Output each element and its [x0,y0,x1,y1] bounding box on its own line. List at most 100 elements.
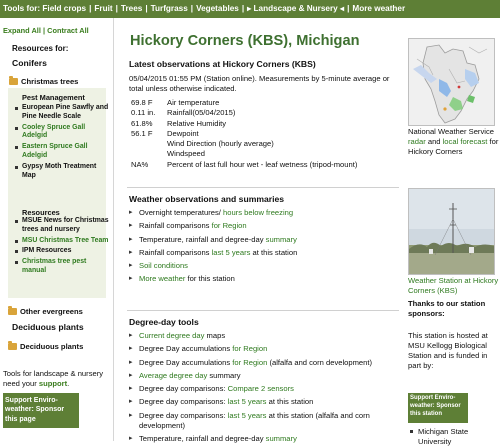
soil-conditions-link[interactable]: Soil conditions [139,261,188,270]
observations-heading: Latest observations at Hickory Corners (… [129,59,316,69]
list-item: Degree day comparisons: last 5 years at … [129,411,397,432]
link-landscape-nursery[interactable]: ▸ Landscape & Nursery ◂ [247,4,344,15]
sidebar: Expand All | Contract All Resources for:… [0,18,114,441]
table-row: 69.8 F Air temperature [131,98,220,107]
resources-title: Resources for: [12,44,69,53]
list-item: Degree Day accumulations for Region [129,344,397,354]
table-row: 61.8% Relative Humidity [131,118,227,128]
link-trees[interactable]: Trees [121,4,142,15]
main-content: Hickory Corners (KBS), Michigan Latest o… [127,18,399,444]
table-row: Windspeed [167,149,205,159]
list-item: Rainfall comparisons last 5 years at thi… [129,248,397,258]
other-evergreens-label: Other evergreens [20,307,83,316]
rainfall-5yr-link[interactable]: last 5 years [212,248,251,257]
resource-link-pest-manual[interactable]: Christmas tree pest manual [14,258,109,276]
expand-all-link[interactable]: Expand All [3,26,41,35]
more-weather-link[interactable]: More weather [139,274,185,283]
link-turfgrass[interactable]: Turfgrass [151,4,188,15]
station-photo-graphic [409,189,494,274]
dd-temp-summary-link[interactable]: summary [266,434,297,443]
list-item: More weather for this station [129,274,397,284]
table-row: Wind Direction (hourly average) [167,139,274,148]
expand-contract-controls: Expand All | Contract All [3,26,89,35]
list-item: Rainfall comparisons for Region [129,221,397,231]
local-forecast-link[interactable]: local forecast [443,137,488,146]
folder-icon [8,341,17,351]
weather-heading: Weather observations and summaries [129,194,285,204]
radar-map-image[interactable] [408,38,495,126]
contract-all-link[interactable]: Contract All [47,26,89,35]
list-item: Temperature, rainfall and degree-day sum… [129,235,397,245]
page-title: Hickory Corners (KBS), Michigan [130,33,360,49]
support-station-button[interactable]: Support Enviro-weather: Sponsor this sta… [408,393,468,423]
link-fruit[interactable]: Fruit [94,4,112,15]
resource-link-tree-team[interactable]: MSU Christmas Tree Team [14,237,109,246]
list-item: Soil conditions [129,261,397,271]
station-caption: Weather Station at Hickory Corners (KBS) [408,276,500,296]
average-degree-day-link[interactable]: Average degree day [139,371,207,380]
list-item: Degree day comparisons: Compare 2 sensor… [129,384,397,394]
rainfall-region-link[interactable]: for Region [212,221,247,230]
current-degree-day-link[interactable]: Current degree day [139,331,204,340]
pest-management-title: Pest Management [22,93,85,102]
sidebar-item-deciduous-plants[interactable]: Deciduous plants [8,341,84,352]
weather-list: Overnight temperatures/ hours below free… [129,208,397,288]
sponsors-heading: Thanks to our station sponsors: [408,299,486,318]
pest-link-cooley[interactable]: Cooley Spruce Gall Adelgid [14,124,109,142]
pest-management-list: European Pine Sawfly and Pine Needle Sca… [14,104,109,183]
deciduous-plants-label: Deciduous plants [20,342,84,351]
list-item: Current degree day maps [129,331,397,341]
right-sidebar: National Weather Service radar and local… [407,18,500,446]
list-item: Degree day comparisons: last 5 years at … [129,397,397,407]
compare-sensors-link[interactable]: Compare 2 sensors [228,384,294,393]
table-row: NA% Percent of last full hour wet - leaf … [131,159,358,169]
tools-prefix: Tools for: [3,3,41,13]
dd-region-link[interactable]: for Region [232,344,267,353]
table-row: 56.1 F Dewpoint [131,128,199,138]
deciduous-heading: Deciduous plants [12,322,84,332]
pest-link-gypsy-moth[interactable]: Gypsy Moth Treatment Map [14,163,109,181]
resources-list: MSUE News for Christmas trees and nurser… [14,217,109,278]
hosted-text: This station is hosted at MSU Kellogg Bi… [408,331,488,370]
top-toolbar: Tools for: Field crops | Fruit | Trees | Tu… [0,0,500,18]
support-link[interactable]: support [39,379,67,388]
link-more-weather[interactable]: More weather [352,4,405,15]
list-item: Temperature, rainfall and degree-day sum… [129,434,397,444]
station-caption-link[interactable]: Weather Station at Hickory Corners (KBS) [408,276,498,295]
list-item: Michigan State University [408,427,500,447]
radar-link[interactable]: radar [408,137,426,146]
sidebar-item-christmas-trees[interactable]: Christmas trees [9,76,79,87]
divider [127,310,399,311]
degree-day-list: Current degree day maps Degree Day accum… [129,331,397,447]
sponsor-list: Michigan State University [408,427,500,447]
observations-meta: 05/04/2015 01:55 PM (Station online). Me… [129,74,390,93]
tools-support-text: Tools for landscape & nursery need your … [3,369,104,388]
link-field-crops[interactable]: Field crops [42,4,86,15]
resource-link-ipm[interactable]: IPM Resources [14,247,109,256]
conifers-heading: Conifers [12,58,47,68]
temp-summary-link[interactable]: summary [266,235,297,244]
dd-5yr-link[interactable]: last 5 years [228,397,267,406]
list-item: Degree Day accumulations for Region (alf… [129,358,397,368]
dd-region-alfalfa-link[interactable]: for Region [232,358,267,367]
divider [127,187,399,188]
radar-map-graphic [409,39,494,125]
folder-icon [8,306,17,316]
link-vegetables[interactable]: Vegetables [196,4,239,15]
list-item: Overnight temperatures/ hours below free… [129,208,397,218]
pest-link-eastern[interactable]: Eastern Spruce Gall Adelgid [14,143,109,161]
degree-day-heading: Degree-day tools [129,317,199,327]
sidebar-item-other-evergreens[interactable]: Other evergreens [8,306,83,317]
pest-link-pine-sawfly[interactable]: European Pine Sawfly and Pine Needle Sca… [14,104,109,122]
folder-icon [9,76,18,86]
table-row: 0.11 in. Rainfall(05/04/2015) [131,108,236,118]
support-sponsor-button[interactable]: Support Enviro-weather: Sponsor this pag… [3,393,79,428]
christmas-trees-label: Christmas trees [21,77,79,86]
radar-caption: National Weather Service radar and local… [408,127,499,156]
dd-5yr-alfalfa-link[interactable]: last 5 years [228,411,267,420]
weather-station-photo[interactable] [408,188,495,275]
observations-table: 69.8 F Air temperature 0.11 in. Rainfall(0… [131,98,360,170]
hours-below-freezing-link[interactable]: hours below freezing [223,208,293,217]
resource-link-msue-news[interactable]: MSUE News for Christmas trees and nurser… [14,217,109,235]
list-item: Average degree day summary [129,371,397,381]
